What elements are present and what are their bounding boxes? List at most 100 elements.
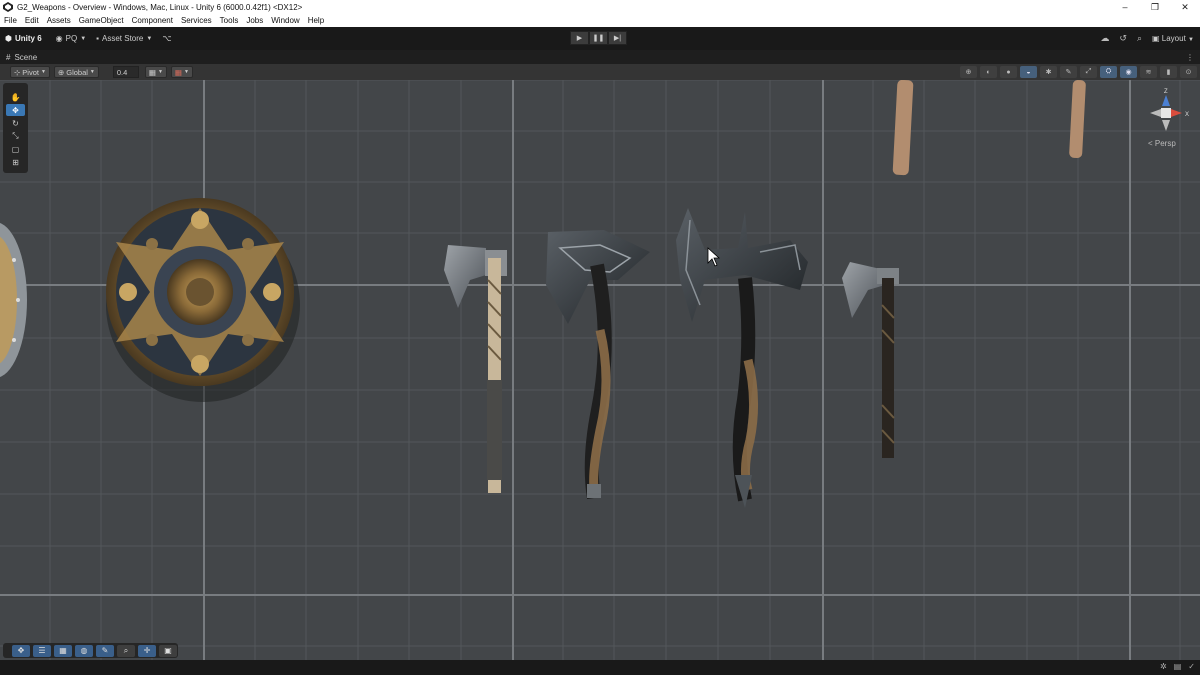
menu-assets[interactable]: Assets bbox=[47, 16, 71, 25]
version-control-button[interactable]: ⌥ bbox=[157, 31, 176, 46]
grid-snap-dropdown[interactable]: ▦ ▼ bbox=[144, 66, 167, 78]
chevron-down-icon: ▼ bbox=[184, 69, 189, 75]
sliders-icon[interactable]: ☰ bbox=[33, 644, 51, 657]
zoom-icon[interactable]: ⌕ bbox=[117, 644, 135, 657]
chevron-down-icon: ▼ bbox=[157, 69, 163, 75]
hash-icon: # bbox=[6, 52, 11, 62]
bearded-axe-3-model bbox=[842, 262, 899, 458]
window-controls: – ❐ ✕ bbox=[1110, 0, 1200, 14]
globe-icon[interactable]: ⊕ bbox=[960, 66, 977, 78]
chevron-down-icon: ▼ bbox=[89, 69, 95, 75]
chevron-down-icon: ▼ bbox=[40, 69, 46, 75]
transform-tool-icon[interactable]: ⊞ bbox=[6, 156, 25, 168]
camera-icon[interactable]: ▮ bbox=[1160, 66, 1177, 78]
global-label: Global bbox=[66, 67, 88, 77]
effects-icon[interactable]: ✱ bbox=[1040, 66, 1057, 78]
grid-icon[interactable]: ▦ bbox=[54, 644, 72, 657]
menu-services[interactable]: Services bbox=[181, 16, 212, 25]
scene-tab-bar: # Scene ⋮ bbox=[0, 50, 1200, 64]
menu-edit[interactable]: Edit bbox=[25, 16, 39, 25]
play-button[interactable]: ▶ bbox=[570, 31, 589, 45]
wooden-handle-2-model bbox=[1069, 80, 1086, 159]
global-dropdown[interactable]: ⊕ Global ▼ bbox=[53, 66, 99, 78]
account-icon: ◉ bbox=[55, 34, 63, 43]
menu-file[interactable]: File bbox=[4, 16, 17, 25]
tab-scene[interactable]: Scene bbox=[14, 53, 37, 62]
pan-icon[interactable]: ✛ bbox=[138, 644, 156, 657]
pivot-label: Pivot bbox=[22, 67, 39, 77]
pivot-icon: ⊹ bbox=[14, 67, 21, 77]
status-icons: ✲ ▤ ✓ bbox=[1160, 662, 1195, 671]
layout-dropdown[interactable]: ▣ Layout ▼ bbox=[1152, 34, 1194, 43]
lit-icon[interactable]: ◒ bbox=[1020, 66, 1037, 78]
layout-icon: ▣ bbox=[1152, 34, 1162, 43]
svg-text:X: X bbox=[1185, 112, 1189, 118]
increment-snap-dropdown[interactable]: ▦ ▼ bbox=[170, 66, 193, 78]
restore-button[interactable]: ❐ bbox=[1140, 0, 1170, 14]
window-titlebar: G2_Weapons - Overview - Windows, Mac, Li… bbox=[0, 0, 1200, 14]
pause-button[interactable]: ❚❚ bbox=[589, 31, 608, 45]
wooden-handle-1-model bbox=[892, 80, 914, 176]
close-button[interactable]: ✕ bbox=[1170, 0, 1200, 14]
menu-help[interactable]: Help bbox=[308, 16, 324, 25]
status-bar: ✲ ▤ ✓ bbox=[0, 660, 1200, 675]
chevron-down-icon: ▼ bbox=[1188, 37, 1194, 43]
minimize-button[interactable]: – bbox=[1110, 0, 1140, 14]
scene-view-options: ⊕ ◐ ● ◒ ✱ ✎ ⤢ ⛭ ◉ ≋ ▮ ⊙ bbox=[960, 66, 1197, 78]
menu-component[interactable]: Component bbox=[132, 16, 173, 25]
menu-jobs[interactable]: Jobs bbox=[246, 16, 263, 25]
cache-icon[interactable]: ▤ bbox=[1174, 662, 1182, 671]
move-tool-icon[interactable]: ✥ bbox=[6, 104, 25, 116]
asset-store-label: Asset Store bbox=[102, 34, 144, 43]
unity-version-button[interactable]: ⬢ Unity 6 bbox=[0, 31, 47, 46]
unity-logo-icon bbox=[3, 2, 13, 12]
window-title: G2_Weapons - Overview - Windows, Mac, Li… bbox=[17, 2, 303, 12]
bearded-axe-2-model bbox=[546, 230, 650, 500]
svg-text:Z: Z bbox=[1164, 89, 1168, 95]
double-bearded-axe-model bbox=[676, 208, 808, 508]
history-icon[interactable]: ↺ bbox=[1119, 33, 1127, 44]
sphere-icon[interactable]: ● bbox=[1000, 66, 1017, 78]
search-icon[interactable]: ⌕ bbox=[1137, 33, 1142, 44]
move-icon[interactable]: ✥ bbox=[12, 644, 30, 657]
scene-toolbar: ⊹ Pivot ▼ ⊕ Global ▼ 0.4 ▦ ▼ ▦ ▼ ⊕ ◐ ● ◒… bbox=[0, 64, 1200, 80]
scale-tool-icon[interactable]: ⤡ bbox=[6, 130, 25, 142]
shading-icon[interactable]: ◐ bbox=[980, 66, 997, 78]
step-button[interactable]: ▶| bbox=[608, 31, 627, 45]
tool-icon[interactable]: ⤢ bbox=[1080, 66, 1097, 78]
layers-icon[interactable]: ≋ bbox=[1140, 66, 1157, 78]
scene-viewport[interactable] bbox=[0, 80, 1200, 660]
menu-tools[interactable]: Tools bbox=[220, 16, 239, 25]
unity-version-label: Unity 6 bbox=[14, 34, 42, 43]
rect-tool-icon[interactable]: ▢ bbox=[6, 143, 25, 155]
layout-label: Layout bbox=[1161, 34, 1186, 43]
gizmos-icon[interactable]: ⛭ bbox=[1100, 66, 1117, 78]
more-options-icon[interactable]: ⋮ bbox=[1186, 53, 1194, 62]
menu-gameobject[interactable]: GameObject bbox=[79, 16, 124, 25]
debug-icon[interactable]: ✲ bbox=[1160, 662, 1167, 671]
asset-store-dropdown[interactable]: ▪ Asset Store ▼ bbox=[91, 31, 157, 46]
branch-icon: ⌥ bbox=[162, 34, 172, 43]
bottom-overlay-toolbar: ✥ ☰ ▦ ◍ ✎ ⌕ ✛ ▣ bbox=[3, 643, 178, 658]
rotate-tool-icon[interactable]: ↻ bbox=[6, 117, 25, 129]
audio-off-icon[interactable]: ✎ bbox=[1060, 66, 1077, 78]
chevron-down-icon: ▼ bbox=[146, 35, 153, 42]
account-dropdown[interactable]: ◉ PQ ▼ bbox=[51, 31, 92, 46]
orientation-icon[interactable]: ⊙ bbox=[1180, 66, 1197, 78]
account-label: PQ bbox=[65, 34, 78, 43]
toolbar-right: ☁ ↺ ⌕ ▣ Layout ▼ bbox=[1100, 27, 1194, 50]
frame-icon[interactable]: ▣ bbox=[159, 644, 177, 657]
orientation-gizmo[interactable]: Z X bbox=[1140, 86, 1192, 136]
cloud-icon[interactable]: ☁ bbox=[1100, 33, 1109, 44]
projection-label[interactable]: < Persp bbox=[1148, 139, 1176, 148]
check-circle-icon[interactable]: ✓ bbox=[1188, 662, 1195, 671]
paint-icon[interactable]: ✎ bbox=[96, 644, 114, 657]
visibility-icon[interactable]: ◉ bbox=[1120, 66, 1137, 78]
grid-size-field[interactable]: 0.4 bbox=[112, 66, 139, 78]
pivot-dropdown[interactable]: ⊹ Pivot ▼ bbox=[10, 66, 50, 78]
menu-window[interactable]: Window bbox=[271, 16, 299, 25]
play-controls: ▶ ❚❚ ▶| bbox=[570, 31, 627, 45]
orbit-icon[interactable]: ◍ bbox=[75, 644, 93, 657]
hand-tool-icon[interactable]: ✋ bbox=[6, 91, 25, 103]
chevron-down-icon: ▼ bbox=[80, 35, 87, 42]
